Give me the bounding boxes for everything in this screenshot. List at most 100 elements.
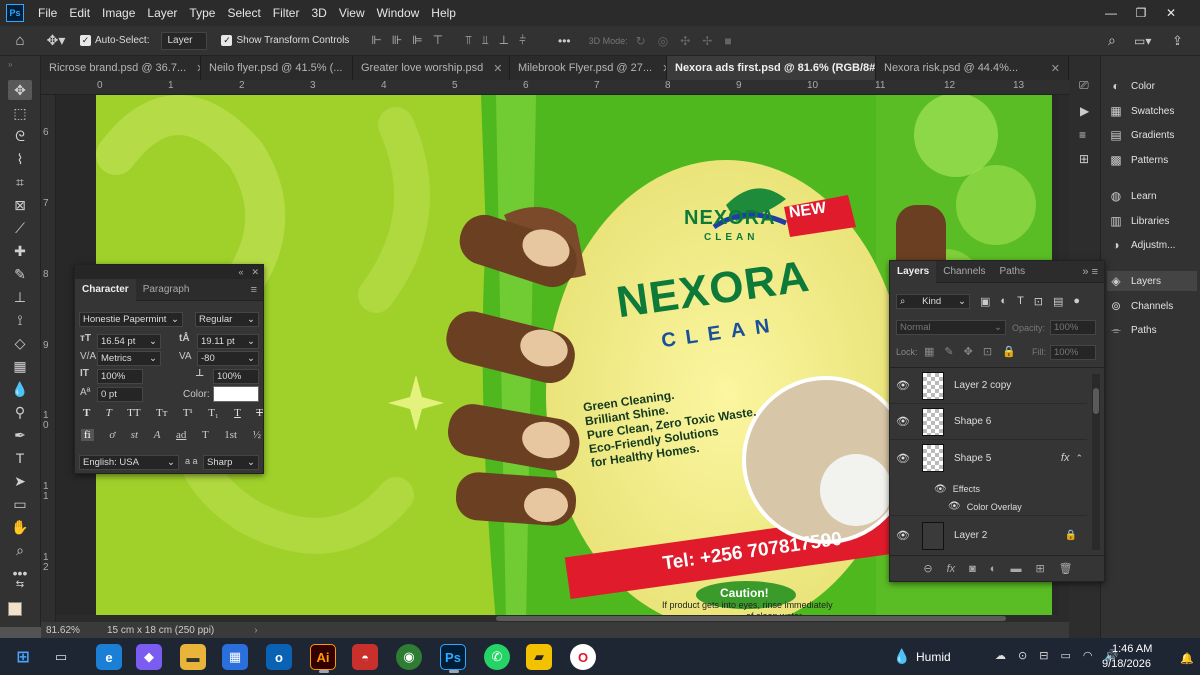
marquee-tool-icon[interactable]: ⬚ [8, 103, 32, 123]
photoshop-icon[interactable]: Ps [440, 644, 466, 673]
titling-alternates-button[interactable]: T [202, 429, 209, 441]
layers-scrollbar[interactable] [1092, 374, 1100, 550]
opera-icon[interactable]: O [570, 644, 596, 670]
leading-field[interactable]: 19.11 pt ⌄ [197, 334, 259, 349]
3d-drag-icon[interactable]: ✣ [680, 34, 690, 48]
visibility-eye-icon[interactable]: 👁 [948, 501, 961, 512]
more-options-icon[interactable]: ••• [558, 34, 571, 48]
clock-date[interactable]: 9/18/2026 [1102, 658, 1151, 670]
lasso-tool-icon[interactable]: ᘓ [8, 126, 32, 146]
strikethrough-button[interactable]: T [256, 407, 263, 419]
auto-select-checkbox[interactable]: ✓ Auto-Select: [80, 35, 149, 46]
dock-item-gradients[interactable]: ▤ Gradients [1107, 125, 1174, 145]
baseline-shift-field[interactable]: 0 pt [97, 387, 143, 402]
clock-time[interactable]: 1:46 AM [1112, 643, 1152, 655]
dock-item-swatches[interactable]: ▦ Swatches [1107, 101, 1174, 121]
dock-item-adjustments[interactable]: ◑ Adjustm... [1107, 235, 1175, 255]
task-view-icon[interactable]: ▭ [48, 644, 74, 670]
new-group-icon[interactable]: ▬ [1010, 563, 1021, 575]
lock-artboard-icon[interactable]: ⊡ [983, 345, 992, 358]
status-arrow-icon[interactable]: › [254, 625, 257, 636]
panel-menu-icon[interactable]: ≡ [251, 284, 257, 296]
healing-tool-icon[interactable]: ✚ [8, 241, 32, 261]
share-icon[interactable]: ⇪ [1172, 33, 1183, 49]
visibility-eye-icon[interactable]: 👁 [896, 452, 914, 465]
wifi-icon[interactable]: ◠ [1083, 649, 1093, 662]
visibility-eye-icon[interactable]: 👁 [934, 484, 947, 495]
add-mask-icon[interactable]: ◙ [969, 563, 976, 575]
layer-filter-dropdown[interactable]: ⌕ Kind ⌄ [896, 294, 970, 309]
tab-milebrook[interactable]: Milebrook Flyer.psd @ 27...✕ [510, 56, 667, 80]
delete-layer-icon[interactable]: 🗑 [1059, 562, 1073, 575]
superscript-button[interactable]: T¹ [183, 407, 193, 419]
home-icon[interactable]: ⌂ [0, 32, 40, 49]
distribute-top-icon[interactable]: ⫪ [465, 33, 472, 48]
collapse-panel-icon[interactable]: « [238, 267, 243, 277]
move-tool-icon[interactable]: ✥▾ [40, 32, 72, 49]
cloud-icon[interactable]: ☁ [995, 649, 1006, 662]
tracking-field[interactable]: -80 ⌄ [197, 351, 259, 366]
show-transform-checkbox[interactable]: ✓ Show Transform Controls [221, 35, 349, 46]
menu-3d[interactable]: 3D [305, 6, 332, 20]
eyedropper-tool-icon[interactable]: ⟋ [8, 218, 32, 238]
stylistic-alternates-button[interactable]: ad [176, 429, 186, 441]
language-dropdown[interactable]: English: USA ⌄ [79, 455, 179, 470]
actions-play-icon[interactable]: ▶ [1080, 104, 1089, 118]
distribute-bottom-icon[interactable]: ⊥ [499, 33, 509, 48]
visibility-eye-icon[interactable]: 👁 [896, 379, 914, 392]
font-style-dropdown[interactable]: Regular ⌄ [195, 312, 259, 327]
lock-all-icon[interactable]: 🔒 [1002, 345, 1016, 358]
battery-icon[interactable]: ▭ [1060, 649, 1070, 662]
blend-mode-dropdown[interactable]: Normal ⌄ [896, 320, 1006, 335]
all-caps-button[interactable]: TT [127, 407, 140, 419]
eraser-tool-icon[interactable]: ◇ [8, 333, 32, 353]
new-layer-icon[interactable]: ⊞ [1035, 562, 1044, 575]
notifications-icon[interactable]: 🔔 [1180, 652, 1194, 665]
dock-item-learn[interactable]: ◍ Learn [1107, 186, 1157, 206]
effects-row[interactable]: 👁 Effects [890, 480, 1087, 498]
discretionary-ligatures-button[interactable]: st [131, 429, 138, 441]
align-top-icon[interactable]: ⊤ [433, 33, 443, 48]
outlook-icon[interactable]: o [266, 644, 292, 670]
align-right-icon[interactable]: ⊫ [412, 33, 422, 48]
link-layers-icon[interactable]: ⊖ [923, 562, 932, 575]
horizontal-scale-field[interactable]: 100% [213, 369, 259, 384]
sticky-notes-icon[interactable]: ▰ [526, 644, 552, 670]
tab-neilo[interactable]: Neilo flyer.psd @ 41.5% (...✕ [201, 56, 353, 80]
frame-tool-icon[interactable]: ⊠ [8, 195, 32, 215]
quick-select-tool-icon[interactable]: ⌇ [8, 149, 32, 169]
menu-window[interactable]: Window [371, 6, 426, 20]
copilot-icon[interactable]: ◆ [136, 644, 162, 670]
old-style-button[interactable]: ơ [109, 429, 115, 441]
swap-colors-icon[interactable]: ⇆ [8, 578, 32, 590]
app-icon[interactable]: ◓ [352, 644, 378, 670]
menu-select[interactable]: Select [221, 6, 266, 20]
tab-channels[interactable]: Channels [936, 261, 992, 283]
menu-layer[interactable]: Layer [141, 6, 183, 20]
align-center-h-icon[interactable]: ⊪ [392, 33, 402, 48]
menu-help[interactable]: Help [425, 6, 462, 20]
tab-layers[interactable]: Layers [890, 260, 937, 283]
hand-tool-icon[interactable]: ✋ [8, 517, 32, 537]
foreground-color-swatch[interactable] [8, 602, 22, 616]
3d-scale-icon[interactable]: ■ [724, 34, 731, 48]
tab-paragraph[interactable]: Paragraph [136, 279, 197, 301]
history-brush-icon[interactable]: ⟟ [8, 310, 32, 330]
dock-item-paths[interactable]: ⌯ Paths [1107, 320, 1156, 340]
auto-select-dropdown[interactable]: Layer [161, 31, 208, 50]
3d-roll-icon[interactable]: ◎ [658, 34, 668, 48]
brush-tool-icon[interactable]: ✎ [8, 264, 32, 284]
scrollbar-thumb[interactable] [1093, 388, 1099, 414]
minimize-icon[interactable]: — [1096, 0, 1126, 26]
path-select-tool-icon[interactable]: ➤ [8, 471, 32, 491]
usb-icon[interactable]: ⊟ [1039, 649, 1048, 662]
history-icon[interactable]: ⎚ [1079, 78, 1089, 93]
filter-type-icon[interactable]: T [1017, 295, 1024, 308]
menu-file[interactable]: File [32, 6, 63, 20]
fractions-button[interactable]: ½ [253, 429, 261, 441]
search-icon[interactable]: ⌕ [1108, 32, 1116, 49]
kerning-field[interactable]: Metrics ⌄ [97, 351, 161, 366]
close-icon[interactable]: ✕ [1156, 0, 1186, 26]
windows-start-icon[interactable]: ⊞ [10, 644, 36, 670]
adjust-icon[interactable]: ⊞ [1079, 152, 1089, 166]
